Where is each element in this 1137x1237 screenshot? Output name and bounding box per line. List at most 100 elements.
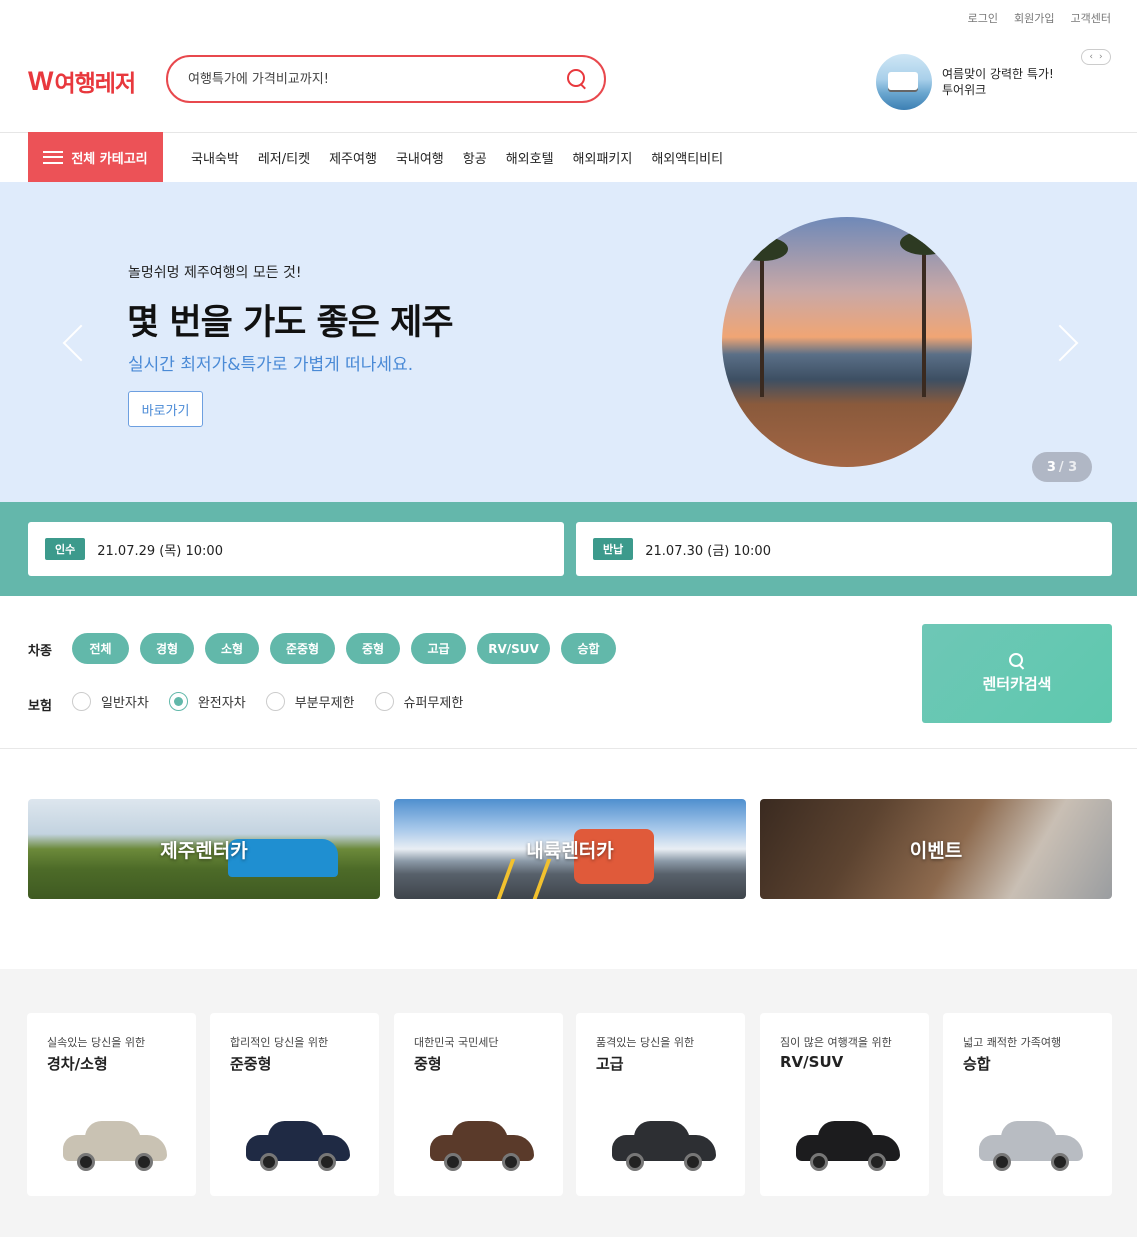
nav-item-overseas-hotel[interactable]: 해외호텔	[506, 148, 554, 167]
car-image	[430, 1121, 534, 1171]
site-logo[interactable]: W 여행레저	[28, 64, 136, 98]
radio-circle	[72, 692, 91, 711]
chip-luxury[interactable]: 고급	[411, 633, 466, 664]
all-category-button[interactable]: 전체 카테고리	[28, 132, 163, 182]
hero-image	[722, 217, 972, 467]
slide-total: / 3	[1058, 459, 1078, 475]
promo-line1: 여름맞이 강력한 특가!	[942, 67, 1054, 81]
car-image	[63, 1121, 167, 1171]
car-image	[979, 1121, 1083, 1171]
search-icon[interactable]	[566, 68, 588, 90]
insurance-radio-full[interactable]: 완전자차	[168, 692, 246, 711]
banner-event[interactable]: 이벤트	[760, 799, 1112, 899]
login-link[interactable]: 로그인	[968, 10, 998, 26]
card-subtitle: 실속있는 당신을 위한	[47, 1036, 146, 1049]
radio-label: 슈퍼무제한	[403, 696, 464, 711]
section-divider	[0, 748, 1137, 749]
card-title: 승합	[963, 1055, 991, 1073]
card-subtitle: 짐이 많은 여행객을 위한	[780, 1036, 892, 1049]
insurance-radio-basic[interactable]: 일반자차	[72, 692, 149, 711]
chip-rv-suv[interactable]: RV/SUV	[477, 633, 550, 664]
hero-go-button[interactable]: 바로가기	[128, 391, 203, 427]
rentcar-search-label: 렌터카검색	[982, 675, 1052, 693]
banner-inland-rentcar[interactable]: 내륙렌터카	[394, 799, 746, 899]
nav-item-flight[interactable]: 항공	[463, 148, 487, 167]
insurance-radio-super-unlimited[interactable]: 슈퍼무제한	[374, 692, 464, 711]
search-bar	[166, 55, 606, 103]
card-title: 준중형	[230, 1055, 272, 1073]
return-tag: 반납	[593, 538, 634, 560]
customer-center-link[interactable]: 고객센터	[1071, 10, 1111, 26]
card-subtitle: 넓고 쾌적한 가족여행	[963, 1036, 1062, 1049]
car-class-card[interactable]: 대한민국 국민세단 중형	[394, 1013, 563, 1196]
nav-item-overseas-activity[interactable]: 해외액티비티	[651, 148, 723, 167]
rentcar-search-button[interactable]: 렌터카검색	[922, 624, 1112, 723]
chip-semi-midsize[interactable]: 준중형	[270, 633, 335, 664]
banner-label: 내륙렌터카	[526, 839, 614, 862]
banner-label: 제주렌터카	[160, 839, 248, 862]
insurance-options: 일반자차 완전자차 부분무제한 슈퍼무제한	[72, 692, 483, 711]
promo-line2: 투어위크	[942, 83, 987, 97]
car-class-card[interactable]: 넓고 쾌적한 가족여행 승합	[943, 1013, 1112, 1196]
slide-current: 3	[1046, 459, 1056, 475]
hero-title: 몇 번을 가도 좋은 제주	[127, 303, 454, 343]
card-title: 고급	[596, 1055, 624, 1073]
search-input[interactable]	[188, 71, 566, 87]
car-image	[246, 1121, 350, 1171]
slide-counter: 3 / 3	[1032, 452, 1092, 482]
radio-circle	[374, 692, 394, 711]
car-class-card[interactable]: 합리적인 당신을 위한 준중형	[210, 1013, 379, 1196]
banner-label: 이벤트	[909, 839, 963, 862]
car-class-card[interactable]: 품격있는 당신을 위한 고급	[576, 1013, 745, 1196]
all-category-label: 전체 카테고리	[71, 151, 148, 167]
logo-mark: W	[28, 65, 54, 96]
radio-circle	[168, 692, 188, 711]
promo-thumbnail	[876, 54, 932, 110]
signup-link[interactable]: 회원가입	[1014, 10, 1054, 26]
chevron-right-icon[interactable]: ›	[1099, 52, 1103, 62]
card-subtitle: 품격있는 당신을 위한	[596, 1036, 695, 1049]
card-title: 중형	[414, 1055, 442, 1073]
car-class-card[interactable]: 짐이 많은 여행객을 위한 RV/SUV	[760, 1013, 929, 1196]
card-subtitle: 합리적인 당신을 위한	[230, 1036, 329, 1049]
car-image	[796, 1121, 900, 1171]
nav-item-leisure-ticket[interactable]: 레저/티켓	[258, 148, 310, 167]
radio-circle	[265, 692, 285, 711]
hero-description: 실시간 최저가&특가로 가볍게 떠나세요.	[128, 355, 414, 375]
pickup-date-field[interactable]: 인수 21.07.29 (목) 10:00	[28, 522, 564, 576]
return-date-field[interactable]: 반납 21.07.30 (금) 10:00	[576, 522, 1112, 576]
radio-label: 일반자차	[101, 696, 149, 711]
card-subtitle: 대한민국 국민세단	[414, 1036, 499, 1049]
nav-item-overseas-package[interactable]: 해외패키지	[573, 148, 633, 167]
insurance-radio-partial-unlimited[interactable]: 부분무제한	[265, 692, 355, 711]
insurance-label: 보험	[28, 699, 52, 714]
banner-jeju-rentcar[interactable]: 제주렌터카	[28, 799, 380, 899]
chip-all[interactable]: 전체	[72, 633, 129, 664]
promo-banner[interactable]: 여름맞이 강력한 특가! 투어위크	[876, 54, 1054, 110]
chip-van[interactable]: 승합	[561, 633, 616, 664]
logo-text: 여행레저	[54, 71, 136, 97]
card-title: 경차/소형	[47, 1055, 108, 1073]
car-class-card[interactable]: 실속있는 당신을 위한 경차/소형	[27, 1013, 196, 1196]
pickup-tag: 인수	[45, 538, 86, 560]
main-nav: 국내숙박 레저/티켓 제주여행 국내여행 항공 해외호텔 해외패키지 해외액티비…	[191, 132, 742, 182]
promo-pager: ‹ ›	[1081, 49, 1111, 65]
chip-small[interactable]: 소형	[205, 633, 259, 664]
nav-item-domestic-travel[interactable]: 국내여행	[396, 148, 444, 167]
car-image	[612, 1121, 716, 1171]
car-type-chips: 전체 경형 소형 준중형 중형 고급 RV/SUV 승합	[72, 633, 616, 664]
search-icon	[1009, 653, 1025, 669]
chevron-left-icon[interactable]	[62, 322, 84, 362]
rental-date-bar: 인수 21.07.29 (목) 10:00 반납 21.07.30 (금) 10…	[0, 502, 1137, 596]
chevron-right-icon[interactable]	[1055, 322, 1077, 362]
nav-item-jeju-travel[interactable]: 제주여행	[329, 148, 377, 167]
chip-midsize[interactable]: 중형	[346, 633, 400, 664]
hero-carousel: 놀멍쉬멍 제주여행의 모든 것! 몇 번을 가도 좋은 제주 실시간 최저가&특…	[0, 182, 1137, 502]
pickup-date-value: 21.07.29 (목) 10:00	[97, 543, 223, 559]
chip-compact[interactable]: 경형	[140, 633, 194, 664]
chevron-left-icon[interactable]: ‹	[1089, 52, 1093, 62]
nav-item-domestic-stay[interactable]: 국내숙박	[191, 148, 239, 167]
return-date-value: 21.07.30 (금) 10:00	[645, 543, 771, 559]
radio-label: 완전자차	[197, 696, 246, 711]
utility-links: 로그인 회원가입 고객센터	[968, 10, 1111, 26]
